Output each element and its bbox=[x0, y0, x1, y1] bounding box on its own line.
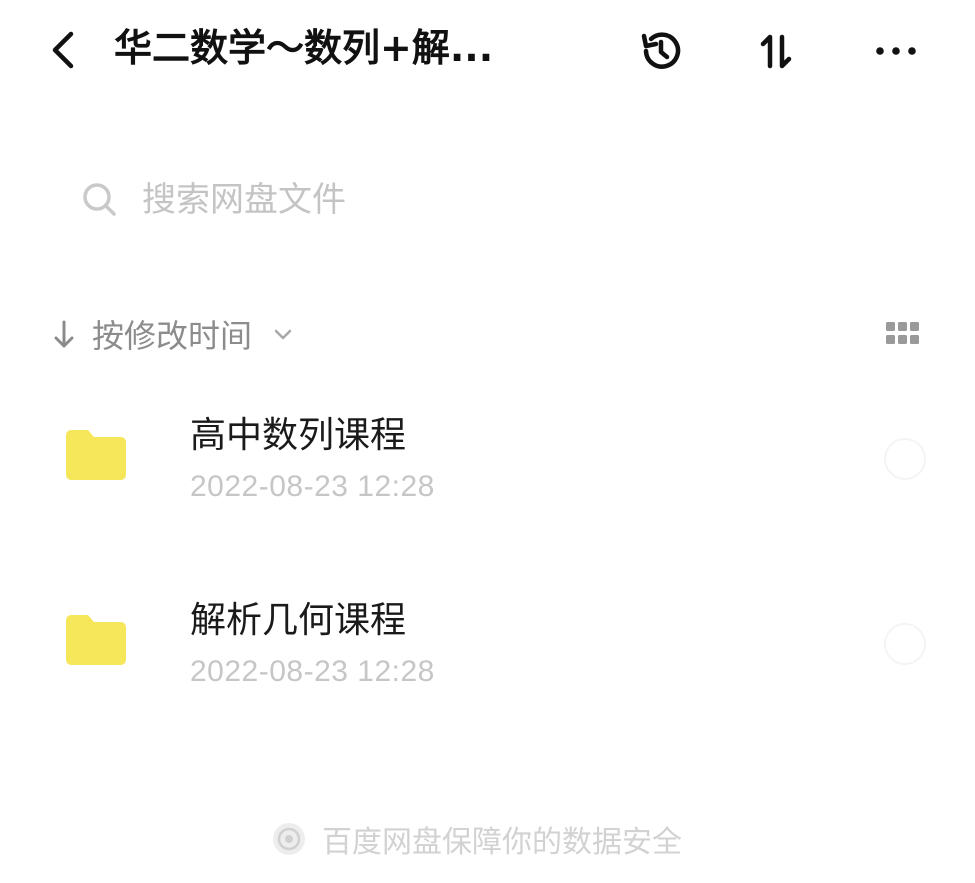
footer-text: 百度网盘保障你的数据安全 bbox=[322, 825, 682, 860]
folder-icon bbox=[64, 611, 128, 667]
page-title: 华二数学～数列+解... bbox=[114, 26, 494, 70]
shield-icon bbox=[270, 820, 308, 858]
select-checkbox[interactable] bbox=[884, 438, 926, 480]
list-item[interactable]: 高中数列课程 2022-08-23 12:28 bbox=[0, 390, 975, 540]
sort-label: 按修改时间 bbox=[92, 317, 253, 355]
more-icon[interactable] bbox=[868, 26, 924, 76]
file-name: 高中数列课程 bbox=[190, 415, 407, 456]
file-date: 2022-08-23 12:28 bbox=[190, 470, 435, 503]
file-name: 解析几何课程 bbox=[190, 600, 407, 641]
security-notice: 百度网盘保障你的数据安全 bbox=[270, 816, 682, 862]
select-checkbox[interactable] bbox=[884, 623, 926, 665]
folder-icon bbox=[64, 426, 128, 482]
sort-icon[interactable] bbox=[752, 26, 802, 76]
file-date: 2022-08-23 12:28 bbox=[190, 655, 435, 688]
chevron-down-icon bbox=[270, 321, 296, 347]
search-input[interactable] bbox=[142, 170, 842, 230]
sort-selector[interactable]: 按修改时间 bbox=[50, 306, 296, 362]
history-icon[interactable] bbox=[636, 26, 686, 76]
list-item[interactable]: 解析几何课程 2022-08-23 12:28 bbox=[0, 575, 975, 725]
search-icon bbox=[78, 178, 122, 222]
grid-view-icon[interactable] bbox=[884, 318, 922, 348]
arrow-down-icon bbox=[50, 314, 78, 354]
back-arrow-icon[interactable] bbox=[44, 28, 84, 72]
search-bar[interactable] bbox=[70, 170, 930, 230]
